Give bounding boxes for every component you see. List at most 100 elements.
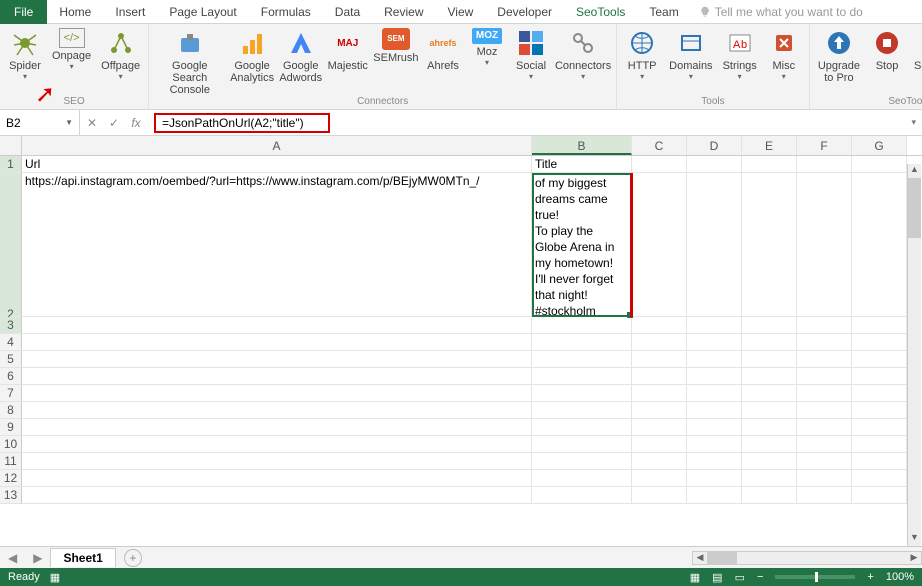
scroll-left-icon[interactable]: ◀ <box>693 552 707 564</box>
tab-page-layout[interactable]: Page Layout <box>157 0 248 24</box>
spider-button[interactable]: Spider▾ <box>6 26 44 81</box>
http-button[interactable]: HTTP▾ <box>623 26 661 81</box>
google-analytics-button[interactable]: GoogleAnalytics <box>230 26 273 96</box>
cell-E2[interactable] <box>742 173 797 317</box>
col-F[interactable]: F <box>797 136 852 155</box>
cell-B3[interactable] <box>532 317 632 334</box>
gaw-lbl2: Adwords <box>279 72 322 84</box>
formula-input[interactable] <box>162 116 322 130</box>
strings-button[interactable]: AbStrings▾ <box>721 26 759 81</box>
row-1-header[interactable]: 1 <box>0 156 22 173</box>
cell-A3[interactable] <box>22 317 532 334</box>
tell-me[interactable]: Tell me what you want to do <box>699 5 863 19</box>
view-break-icon[interactable]: ▭ <box>735 571 745 584</box>
cell-B2[interactable]: of my biggest dreams came true! To play … <box>532 173 632 317</box>
majestic-button[interactable]: MAJMajestic <box>328 26 368 96</box>
formula-accept-icon[interactable]: ✓ <box>106 116 122 130</box>
semrush-button[interactable]: SEMSEMrush <box>374 26 418 96</box>
add-sheet-button[interactable]: + <box>124 549 142 567</box>
cell-G2[interactable] <box>852 173 907 317</box>
macro-record-icon[interactable]: ▦ <box>50 571 60 584</box>
connectors-button[interactable]: Connectors▾ <box>556 26 610 96</box>
cell-G1[interactable] <box>852 156 907 173</box>
zoom-level[interactable]: 100% <box>886 571 914 583</box>
row-12-header[interactable]: 12 <box>0 470 22 487</box>
cell-B1[interactable]: Title <box>532 156 632 173</box>
name-box[interactable]: ▼ <box>0 110 80 135</box>
row-6-header[interactable]: 6 <box>0 368 22 385</box>
sheet-tab-sheet1[interactable]: Sheet1 <box>50 548 115 567</box>
col-C[interactable]: C <box>632 136 687 155</box>
tab-team[interactable]: Team <box>637 0 690 24</box>
ahrefs-button[interactable]: ahrefsAhrefs <box>424 26 462 96</box>
col-B[interactable]: B <box>532 136 632 155</box>
row-4-header[interactable]: 4 <box>0 334 22 351</box>
tab-developer[interactable]: Developer <box>485 0 564 24</box>
tab-view[interactable]: View <box>436 0 486 24</box>
view-normal-icon[interactable]: ▦ <box>690 571 700 584</box>
tab-data[interactable]: Data <box>323 0 372 24</box>
social-button[interactable]: Social▾ <box>512 26 550 96</box>
formula-expand-icon[interactable]: ▾ <box>905 117 922 128</box>
col-D[interactable]: D <box>687 136 742 155</box>
col-A[interactable]: A <box>22 136 532 155</box>
tab-insert[interactable]: Insert <box>103 0 157 24</box>
cell-D2[interactable] <box>687 173 742 317</box>
horizontal-scrollbar[interactable]: ◀▶ <box>692 551 922 565</box>
google-adwords-button[interactable]: GoogleAdwords <box>280 26 322 96</box>
row-2-header[interactable]: 2 <box>0 173 22 317</box>
offpage-button[interactable]: Offpage▾ <box>99 26 142 81</box>
zoom-out-icon[interactable]: − <box>757 571 763 583</box>
vertical-scrollbar[interactable]: ▲▼ <box>907 164 921 546</box>
row-11-header[interactable]: 11 <box>0 453 22 470</box>
hscroll-thumb[interactable] <box>707 552 737 564</box>
col-G[interactable]: G <box>852 136 907 155</box>
fx-icon[interactable]: fx <box>128 116 144 130</box>
row-7-header[interactable]: 7 <box>0 385 22 402</box>
formula-cancel-icon[interactable]: ✕ <box>84 116 100 130</box>
tab-formulas[interactable]: Formulas <box>249 0 323 24</box>
name-box-input[interactable] <box>6 116 65 130</box>
stop-button[interactable]: Stop <box>868 26 906 84</box>
domains-button[interactable]: Domains▾ <box>667 26 714 81</box>
sheet-nav-prev-icon[interactable]: ◀ <box>0 551 25 565</box>
gaw-lbl1: Google <box>283 60 318 72</box>
moz-button[interactable]: MOZMoz▾ <box>468 26 506 96</box>
tab-home[interactable]: Home <box>47 0 103 24</box>
row-13-header[interactable]: 13 <box>0 487 22 504</box>
cell-A2[interactable]: https://api.instagram.com/oembed/?url=ht… <box>22 173 532 317</box>
row-8-header[interactable]: 8 <box>0 402 22 419</box>
misc-button[interactable]: Misc▾ <box>765 26 803 81</box>
scroll-right-icon[interactable]: ▶ <box>907 552 921 564</box>
row-5-header[interactable]: 5 <box>0 351 22 368</box>
cell-F2[interactable] <box>797 173 852 317</box>
google-search-console-button[interactable]: Google SearchConsole <box>155 26 224 96</box>
cell-D1[interactable] <box>687 156 742 173</box>
svg-text:A: A <box>733 39 741 51</box>
zoom-in-icon[interactable]: + <box>867 571 873 583</box>
select-all-corner[interactable] <box>0 136 22 155</box>
view-page-icon[interactable]: ▤ <box>712 571 722 584</box>
cell-C2[interactable] <box>632 173 687 317</box>
tab-file[interactable]: File <box>0 0 47 24</box>
vscroll-thumb[interactable] <box>908 178 921 238</box>
col-E[interactable]: E <box>742 136 797 155</box>
upgrade-button[interactable]: Upgradeto Pro <box>816 26 862 84</box>
row-3-header[interactable]: 3 <box>0 317 22 334</box>
settings-button[interactable]: Settings▾ <box>912 26 922 84</box>
sheet-nav-next-icon[interactable]: ▶ <box>25 551 50 565</box>
scroll-down-icon[interactable]: ▼ <box>908 532 921 546</box>
cell-A1[interactable]: Url <box>22 156 532 173</box>
row-9-header[interactable]: 9 <box>0 419 22 436</box>
scroll-up-icon[interactable]: ▲ <box>908 164 921 178</box>
cell-C1[interactable] <box>632 156 687 173</box>
tab-seotools[interactable]: SeoTools <box>564 0 637 24</box>
cell-F1[interactable] <box>797 156 852 173</box>
cell-E1[interactable] <box>742 156 797 173</box>
tab-review[interactable]: Review <box>372 0 435 24</box>
name-box-dropdown-icon[interactable]: ▼ <box>65 118 73 127</box>
row-10-header[interactable]: 10 <box>0 436 22 453</box>
majestic-icon: MAJ <box>333 28 363 58</box>
onpage-button[interactable]: </>Onpage▾ <box>50 26 93 81</box>
zoom-slider[interactable] <box>775 575 855 579</box>
